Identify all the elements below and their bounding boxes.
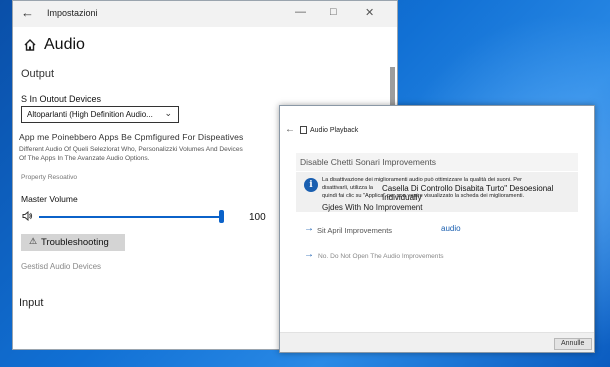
troubleshoot-button[interactable]: ⚠ Troubleshooting	[21, 234, 125, 251]
app-volume-heading: App me Poinebbero Apps Be Cpmfigured For…	[19, 132, 244, 142]
info-icon: i	[304, 178, 318, 192]
volume-value: 100	[249, 212, 266, 223]
dialog-title: Audio Playback	[310, 127, 359, 134]
audio-playback-dialog: ← Audio Playback Disable Chetti Sonari I…	[279, 105, 595, 353]
cancel-button[interactable]: Annulle	[554, 338, 592, 350]
cancel-label: Annulle	[561, 340, 585, 347]
arrow-right-icon: →	[304, 249, 314, 260]
app-volume-description: Different Audio Of Queli Selezlorat Who,…	[19, 145, 287, 163]
output-heading: Output	[21, 68, 55, 80]
output-devices-label: S In Outout Devices	[21, 94, 102, 104]
back-arrow-icon[interactable]: ←	[285, 124, 295, 135]
info-text-line: quindi fai clic su "Applica" per non ven…	[322, 193, 525, 199]
info-caption-sub: Gjdes With No Improvement	[322, 203, 423, 212]
option-disable-link[interactable]: Sit April Improvements	[317, 226, 392, 235]
output-device-dropdown[interactable]: Altoparlanti (High Definition Audio... ⌄	[21, 106, 179, 123]
page-title: Audio	[44, 36, 85, 53]
app-volume-description-line: Of The Apps In The Avanzate Audio Option…	[19, 155, 150, 162]
window-title: Impostazioni	[47, 8, 98, 18]
chevron-down-icon: ⌄	[164, 108, 172, 118]
minimize-button[interactable]: —	[295, 6, 306, 18]
home-icon[interactable]	[23, 38, 37, 52]
input-heading: Input	[19, 297, 44, 309]
manage-audio-devices-link[interactable]: Gestisd Audio Devices	[21, 262, 101, 271]
dialog-footer	[280, 332, 594, 352]
speaker-icon[interactable]	[22, 211, 33, 221]
close-button[interactable]: ✕	[365, 6, 374, 19]
settings-titlebar: ← Impostazioni — □ ✕	[13, 1, 397, 27]
properties-link[interactable]: Property Resoativo	[21, 174, 77, 181]
option-disable-suffix[interactable]: audio	[441, 224, 461, 233]
dialog-subtitle: Disable Chetti Sonari Improvements	[300, 157, 437, 167]
troubleshoot-label: Troubleshooting	[41, 237, 109, 248]
option-keep-link[interactable]: No. Do Not Open The Audio Improvements	[318, 253, 444, 260]
app-volume-description-line: Different Audio Of Queli Selezlorat Who,…	[19, 146, 243, 153]
back-arrow-icon[interactable]: ←	[21, 5, 34, 20]
volume-slider-thumb[interactable]	[219, 210, 224, 223]
info-text-line: La disattivazione dei miglioramenti audi…	[322, 177, 522, 183]
maximize-button[interactable]: □	[330, 6, 337, 18]
arrow-right-icon: →	[304, 223, 314, 234]
master-volume-slider[interactable]	[39, 216, 222, 218]
info-text-line: disattivarli, utilizza la	[322, 185, 373, 191]
warning-icon: ⚠	[29, 236, 38, 246]
dropdown-value: Altoparlanti (High Definition Audio...	[27, 110, 153, 119]
master-volume-label: Master Volume	[21, 194, 78, 204]
app-icon	[300, 126, 307, 134]
